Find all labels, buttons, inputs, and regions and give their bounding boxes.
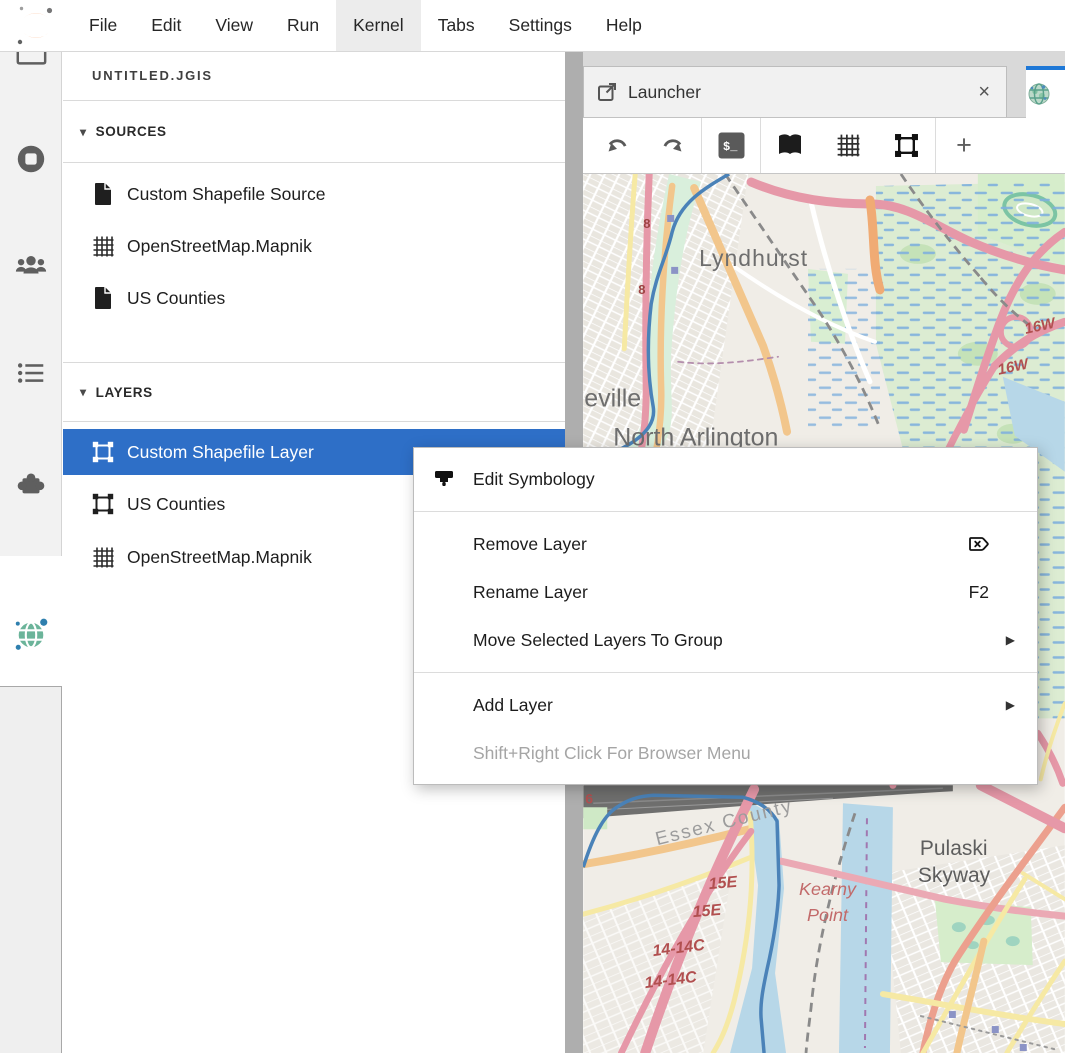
menu-item-rename-layer[interactable]: Rename Layer F2 <box>414 568 1037 616</box>
menu-tabs[interactable]: Tabs <box>421 0 492 51</box>
svg-text:Skyway: Skyway <box>918 864 991 887</box>
svg-text:eville: eville <box>584 385 641 413</box>
activity-bar <box>0 0 62 556</box>
jupytergis-globe-icon[interactable] <box>14 618 48 652</box>
menu-item-label: Shift+Right Click For Browser Menu <box>473 743 1015 764</box>
menubar: File Edit View Run Kernel Tabs Settings … <box>0 0 1065 52</box>
raster-grid-icon <box>91 234 115 258</box>
jupyter-logo-icon <box>14 5 58 47</box>
menu-item-label: Remove Layer <box>473 534 967 555</box>
menu-item-label: Rename Layer <box>473 582 969 603</box>
menu-divider <box>414 672 1037 673</box>
running-kernels-icon[interactable] <box>14 142 48 176</box>
svg-text:15E: 15E <box>708 874 739 894</box>
document-title: UNTITLED.JGIS <box>63 52 565 101</box>
source-item-label: Custom Shapefile Source <box>127 184 325 205</box>
menu-view[interactable]: View <box>198 0 270 51</box>
layer-item-label: OpenStreetMap.Mapnik <box>127 547 312 568</box>
menu-item-label: Add Layer <box>473 695 999 716</box>
remove-tag-icon <box>967 532 991 556</box>
tab-jgis-active[interactable] <box>1026 66 1065 117</box>
caret-down-icon: ▾ <box>80 125 87 139</box>
undo-button[interactable] <box>589 117 645 173</box>
collaboration-icon[interactable] <box>14 248 48 282</box>
menu-divider <box>414 511 1037 512</box>
source-item-osm[interactable]: OpenStreetMap.Mapnik <box>63 223 565 269</box>
close-icon[interactable]: × <box>974 82 994 102</box>
layer-item-label: Custom Shapefile Layer <box>127 442 314 463</box>
svg-text:Pulaski: Pulaski <box>920 837 988 860</box>
add-button[interactable]: + <box>936 117 992 173</box>
svg-text:15E: 15E <box>692 902 723 922</box>
sources-section-header[interactable]: ▾ SOURCES <box>63 101 565 163</box>
tab-launcher-label: Launcher <box>628 82 974 103</box>
svg-text:Point: Point <box>807 905 849 925</box>
source-item-label: OpenStreetMap.Mapnik <box>127 236 312 257</box>
layers-header-label: LAYERS <box>96 385 153 400</box>
layer-item-label: US Counties <box>127 494 225 515</box>
gis-toolbar: $_ <box>583 117 1065 174</box>
layers-section-header[interactable]: ▾ LAYERS <box>63 362 565 422</box>
source-item-us-counties[interactable]: US Counties <box>63 275 565 321</box>
submenu-arrow-icon: ▶ <box>999 698 1015 712</box>
jupyterlab-window: File Edit View Run Kernel Tabs Settings … <box>0 0 1065 1053</box>
menu-edit[interactable]: Edit <box>134 0 198 51</box>
menu-item-shortcut: F2 <box>969 582 989 603</box>
redo-button[interactable] <box>645 117 701 173</box>
activity-bar-current-slot <box>0 608 63 686</box>
source-item-label: US Counties <box>127 288 225 309</box>
svg-text:Kearny: Kearny <box>799 879 857 899</box>
sources-header-label: SOURCES <box>96 124 167 139</box>
toolbar-border <box>583 117 1026 118</box>
menu-help[interactable]: Help <box>589 0 659 51</box>
menu-item-remove-layer[interactable]: Remove Layer <box>414 520 1037 568</box>
extensions-icon[interactable] <box>14 466 48 500</box>
plus-icon: + <box>956 130 972 161</box>
menu-item-label: Move Selected Layers To Group <box>473 630 999 651</box>
file-icon <box>91 286 115 310</box>
menu-kernel[interactable]: Kernel <box>336 0 421 51</box>
raster-grid-icon <box>91 545 115 569</box>
source-item-custom-shapefile[interactable]: Custom Shapefile Source <box>63 171 565 217</box>
table-of-contents-icon[interactable] <box>14 356 48 390</box>
menu-file[interactable]: File <box>72 0 134 51</box>
menu-item-label: Edit Symbology <box>473 469 1015 490</box>
activity-bar-lower <box>0 686 62 1053</box>
tab-launcher[interactable]: Launcher × <box>583 66 1007 117</box>
file-icon <box>91 182 115 206</box>
caret-down-icon: ▾ <box>80 385 87 399</box>
tab-bar: Launcher × <box>583 52 1065 117</box>
svg-text:8: 8 <box>638 282 645 297</box>
menu-item-browser-menu-hint: Shift+Right Click For Browser Menu <box>414 729 1037 777</box>
launcher-icon <box>596 81 618 103</box>
vector-square-icon <box>91 492 115 516</box>
svg-text:8: 8 <box>643 216 650 231</box>
paintbrush-icon <box>414 468 473 490</box>
vector-layer-button[interactable] <box>877 117 935 173</box>
layer-context-menu: Edit Symbology Remove Layer Rename Layer… <box>413 447 1038 785</box>
submenu-arrow-icon: ▶ <box>999 633 1015 647</box>
raster-layer-button[interactable] <box>819 117 877 173</box>
menu-item-move-layers-to-group[interactable]: Move Selected Layers To Group ▶ <box>414 616 1037 664</box>
svg-text:6: 6 <box>585 790 593 806</box>
vector-square-icon <box>91 440 115 464</box>
menu-item-add-layer[interactable]: Add Layer ▶ <box>414 681 1037 729</box>
menu-item-edit-symbology[interactable]: Edit Symbology <box>414 455 1037 503</box>
globe-icon <box>1028 83 1050 105</box>
terminal-glyph: $_ <box>723 140 738 154</box>
svg-text:Lyndhurst: Lyndhurst <box>699 245 808 271</box>
menu-settings[interactable]: Settings <box>492 0 589 51</box>
terminal-button[interactable]: $_ <box>702 117 760 173</box>
identify-button[interactable] <box>761 117 819 173</box>
menu-run[interactable]: Run <box>270 0 336 51</box>
